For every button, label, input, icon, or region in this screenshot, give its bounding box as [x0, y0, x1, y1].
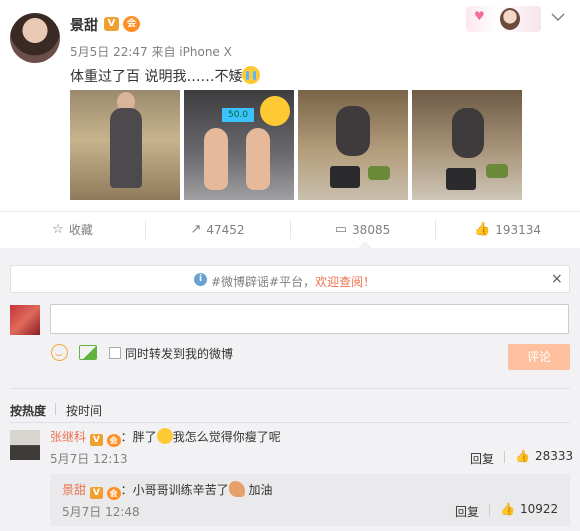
divider	[10, 388, 570, 389]
post-meta: 5月5日 22:47 来自 iPhone X	[70, 45, 232, 59]
star-icon: ☆	[52, 222, 64, 237]
comment-input[interactable]	[50, 304, 569, 334]
favorite-button[interactable]: ☆ 收藏	[0, 212, 145, 247]
smile-icon[interactable]	[51, 344, 68, 361]
sticker-avatar	[500, 8, 520, 30]
weibo-post-page: 景甜 V 会 5月5日 22:47 来自 iPhone X ♥ 体重过了百 说明…	[0, 0, 580, 531]
photo-1[interactable]	[70, 90, 180, 200]
current-user-avatar[interactable]	[10, 305, 40, 335]
replier-name[interactable]: 景甜	[62, 483, 86, 497]
reply-like-button[interactable]: 👍 10922	[500, 502, 558, 516]
repost-button[interactable]: ↗ 47452	[145, 212, 290, 247]
repost-label[interactable]: 同时转发到我的微博	[125, 345, 233, 362]
heart-icon: ♥	[474, 9, 485, 23]
repost-icon: ↗	[190, 222, 202, 237]
decoration-card[interactable]: ♥	[466, 6, 541, 32]
commenter-name[interactable]: 张继科	[50, 430, 86, 444]
like-button[interactable]: 👍 193134	[435, 212, 580, 247]
divider	[10, 422, 570, 423]
reply-button[interactable]: 回复	[455, 503, 479, 520]
reply-button[interactable]: 回复	[470, 450, 494, 467]
author-name[interactable]: 景甜	[70, 15, 98, 35]
thumb-up-icon: 👍	[515, 449, 530, 463]
vip-icon: V	[89, 434, 103, 446]
comment-date: 5月7日 12:13	[50, 452, 128, 466]
post-text: 体重过了百 说明我……不矮	[70, 66, 261, 86]
comment-like-button[interactable]: 👍 28333	[515, 449, 573, 463]
comment-text: 张继科 V 会：胖了 我怎么觉得你瘦了呢	[50, 428, 281, 447]
member-icon: 会	[106, 434, 121, 447]
notice-link[interactable]: 欢迎查阅！	[315, 275, 375, 289]
reply-text: 景甜 V 会：小哥哥训练辛苦了 加油	[62, 481, 273, 500]
info-icon: i	[194, 273, 207, 286]
thinking-emoji-icon	[156, 428, 173, 444]
photo-2[interactable]: 50.0	[184, 90, 294, 200]
submit-comment-button[interactable]: 评论	[508, 344, 570, 370]
member-icon[interactable]: 会	[123, 16, 140, 32]
comment-icon: ▭	[334, 222, 348, 237]
repost-checkbox[interactable]	[109, 347, 121, 359]
reply-date: 5月7日 12:48	[62, 505, 140, 519]
thumb-up-icon: 👍	[474, 222, 491, 237]
author-avatar[interactable]	[10, 13, 60, 63]
close-icon[interactable]: ×	[551, 271, 563, 287]
crying-sticker-icon	[260, 96, 290, 126]
scale-readout: 50.0	[222, 108, 254, 122]
chevron-down-icon[interactable]	[551, 11, 569, 25]
commenter-avatar[interactable]	[10, 430, 40, 460]
member-icon: 会	[106, 487, 121, 500]
vip-icon: V	[89, 487, 103, 499]
photo-3[interactable]	[298, 90, 408, 200]
post-text-content: 体重过了百 说明我……不矮	[70, 69, 243, 85]
crying-emoji-icon	[242, 66, 261, 84]
sort-by-time-tab[interactable]: 按时间	[66, 402, 102, 419]
thumb-up-icon: 👍	[500, 502, 515, 516]
active-pointer	[358, 241, 372, 248]
photo-4[interactable]	[412, 90, 522, 200]
vip-icon[interactable]: V	[104, 17, 119, 31]
rumor-notice: i #微博辟谣#平台，欢迎查阅！ ×	[10, 265, 570, 293]
muscle-emoji-icon	[228, 481, 245, 497]
sort-by-hot-tab[interactable]: 按热度	[10, 402, 46, 419]
notice-text: #微博辟谣#平台，欢迎查阅！	[211, 275, 376, 289]
image-icon[interactable]	[79, 345, 97, 360]
